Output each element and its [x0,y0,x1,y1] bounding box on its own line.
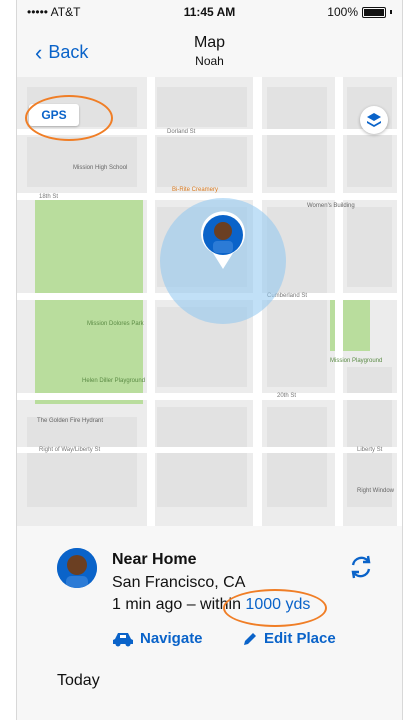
distance-highlight-ring [223,589,327,627]
battery-tip [390,10,392,14]
layers-icon [367,113,381,127]
map-view[interactable]: Dorland St 18th St Cumberland St 20th St… [17,77,402,526]
street-label: Dorland St [167,129,196,135]
pencil-icon [244,632,256,645]
page-subtitle: Noah [195,54,224,68]
navigate-button[interactable]: Navigate [112,630,203,647]
street-label: Liberty St [357,447,383,453]
dolores-park [35,199,143,404]
layers-button[interactable] [360,106,388,134]
battery-percent: 100% [327,5,358,19]
place-label: The Golden Fire Hydrant [37,418,103,424]
status-bar: ••••• AT&T 11:45 AM 100% [17,0,402,22]
navigate-label: Navigate [140,630,203,647]
street-label: 18th St [39,194,58,200]
edit-place-button[interactable]: Edit Place [242,630,336,647]
section-header-today: Today [57,672,100,689]
place-label: Mission High School [73,165,127,171]
street-label: 20th St [277,393,296,399]
phone-frame: ••••• AT&T 11:45 AM 100% ‹ Back Map Noah [16,0,403,720]
time-ago: 1 min ago – within [112,596,241,613]
page-title: Map [193,34,226,51]
street-label: Right of Way/Liberty St [39,447,100,453]
location-title: Near Home [112,551,197,568]
gps-highlight-ring [25,95,113,141]
battery-indicator: 100% [327,5,392,19]
place-label: Right Window [357,488,395,494]
place-label: Mission Dolores Park [87,321,145,327]
place-label: Helen Diller Playground [82,378,145,384]
place-label: Women's Building [307,203,355,209]
avatar [57,548,97,588]
map-canvas: Dorland St 18th St Cumberland St 20th St… [17,77,402,526]
place-label: Bi-Rite Creamery [172,187,218,193]
navigation-bar: ‹ Back Map Noah [17,30,402,74]
car-icon [113,632,133,646]
location-city: San Francisco, CA [112,574,246,591]
avatar-image [57,548,97,588]
edit-place-label: Edit Place [264,630,336,647]
refresh-icon[interactable] [348,554,374,580]
battery-icon [362,6,386,18]
location-panel: Near Home San Francisco, CA 1 min ago – … [17,526,402,720]
place-label: Mission Playground [330,358,382,364]
